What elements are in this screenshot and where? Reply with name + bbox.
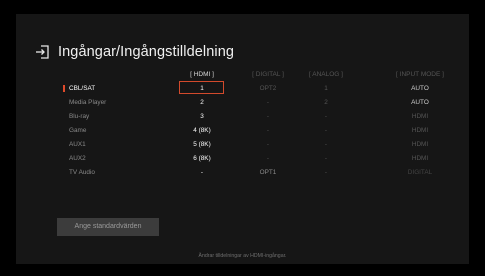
input-mode-tv-audio[interactable]: DIGITAL — [394, 166, 446, 179]
digital-assign-cbl-sat[interactable]: OPT2 — [242, 82, 294, 95]
hdmi-assign-game[interactable]: 4 (8K) — [176, 124, 228, 137]
hdmi-assign-aux2[interactable]: 6 (8K) — [176, 152, 228, 165]
hdmi-assign-media-player[interactable]: 2 — [176, 96, 228, 109]
hdmi-assign-tv-audio[interactable]: - — [176, 166, 228, 179]
digital-assign-aux1[interactable]: - — [242, 138, 294, 151]
row-media-player[interactable]: Media Player 2 - 2 AUTO — [16, 96, 469, 109]
hdmi-assign-aux1[interactable]: 5 (8K) — [176, 138, 228, 151]
row-aux2[interactable]: AUX2 6 (8K) - - HDMI — [16, 152, 469, 165]
input-arrow-icon — [36, 45, 49, 59]
digital-assign-tv-audio[interactable]: OPT1 — [242, 166, 294, 179]
row-label: CBL/SAT — [69, 85, 96, 92]
input-mode-media-player[interactable]: AUTO — [394, 96, 446, 109]
digital-assign-blu-ray[interactable]: - — [242, 110, 294, 123]
row-cbl-sat[interactable]: CBL/SAT 1 OPT2 1 AUTO — [16, 81, 469, 95]
row-game[interactable]: Game 4 (8K) - - HDMI — [16, 124, 469, 137]
analog-assign-tv-audio[interactable]: - — [300, 166, 352, 179]
help-text: Ändrar tilldelningar av HDMI-ingångar. — [198, 253, 287, 259]
page-title: Ingångar/Ingångstilldelning — [58, 44, 235, 60]
analog-assign-aux1[interactable]: - — [300, 138, 352, 151]
digital-assign-aux2[interactable]: - — [242, 152, 294, 165]
row-label: Blu-ray — [69, 113, 90, 120]
row-blu-ray[interactable]: Blu-ray 3 - - HDMI — [16, 110, 469, 123]
row-label: Game — [69, 127, 87, 134]
settings-panel: Ingångar/Ingångstilldelning [ HDMI ] [ D… — [16, 14, 469, 264]
hdmi-assign-blu-ray[interactable]: 3 — [176, 110, 228, 123]
hdmi-assign-cbl-sat[interactable]: 1 — [176, 82, 228, 95]
column-header-hdmi: [ HDMI ] — [190, 71, 214, 78]
input-mode-aux2[interactable]: HDMI — [394, 152, 446, 165]
analog-assign-game[interactable]: - — [300, 124, 352, 137]
selection-marker — [63, 85, 65, 92]
screen: Ingångar/Ingångstilldelning [ HDMI ] [ D… — [0, 0, 485, 276]
input-mode-game[interactable]: HDMI — [394, 124, 446, 137]
input-mode-cbl-sat[interactable]: AUTO — [394, 82, 446, 95]
digital-assign-media-player[interactable]: - — [242, 96, 294, 109]
title-row: Ingångar/Ingångstilldelning — [34, 42, 234, 62]
analog-assign-cbl-sat[interactable]: 1 — [300, 82, 352, 95]
analog-assign-blu-ray[interactable]: - — [300, 110, 352, 123]
digital-assign-game[interactable]: - — [242, 124, 294, 137]
row-label: AUX1 — [69, 141, 86, 148]
row-aux1[interactable]: AUX1 5 (8K) - - HDMI — [16, 138, 469, 151]
input-mode-aux1[interactable]: HDMI — [394, 138, 446, 151]
set-defaults-button[interactable]: Ange standardvärden — [57, 218, 159, 236]
row-label: TV Audio — [69, 169, 95, 176]
input-mode-blu-ray[interactable]: HDMI — [394, 110, 446, 123]
analog-assign-media-player[interactable]: 2 — [300, 96, 352, 109]
analog-assign-aux2[interactable]: - — [300, 152, 352, 165]
column-header-analog: [ ANALOG ] — [309, 71, 343, 78]
column-header-input-mode: [ INPUT MODE ] — [396, 71, 444, 78]
row-label: Media Player — [69, 99, 107, 106]
column-header-digital: [ DIGITAL ] — [252, 71, 284, 78]
row-label: AUX2 — [69, 155, 86, 162]
row-tv-audio[interactable]: TV Audio - OPT1 - DIGITAL — [16, 166, 469, 179]
